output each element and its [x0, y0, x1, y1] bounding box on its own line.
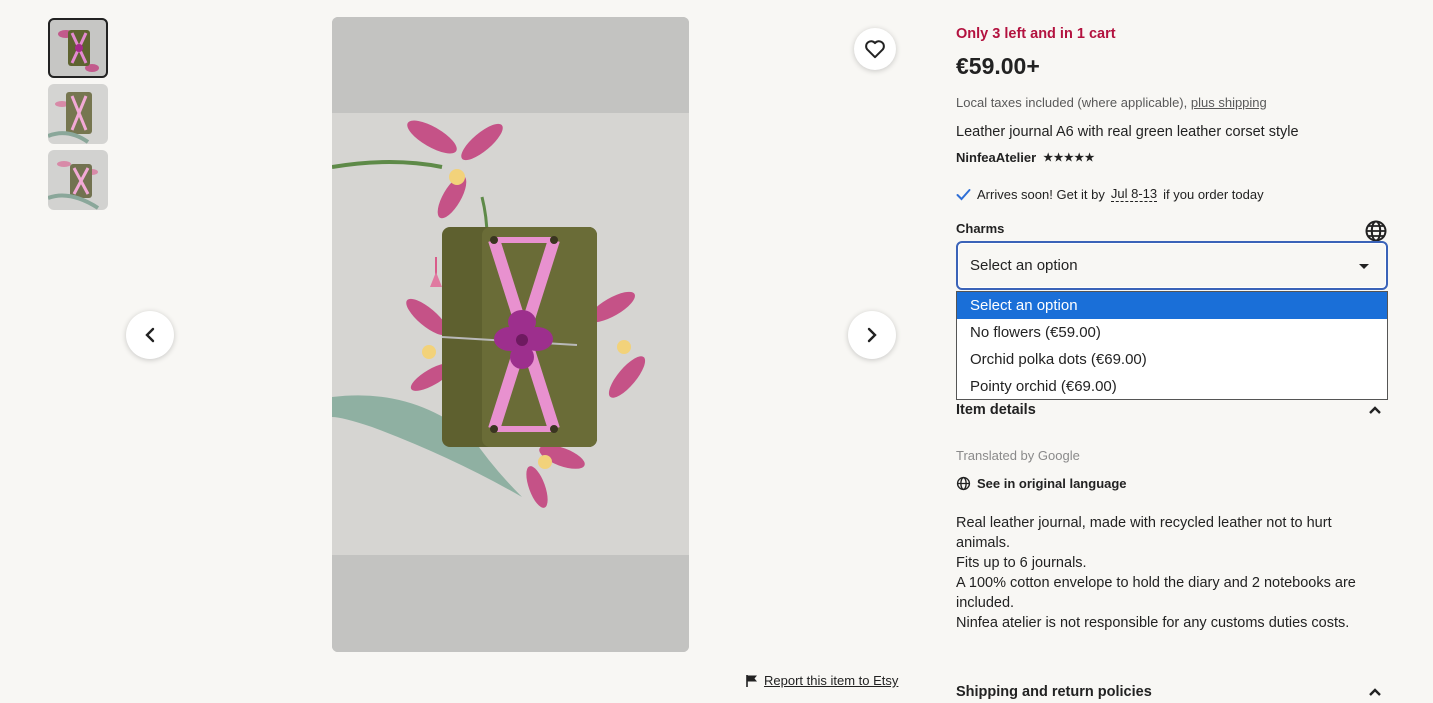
shipping-link[interactable]: plus shipping [1191, 95, 1267, 110]
description-line: Ninfea atelier is not responsible for an… [956, 615, 1350, 631]
charms-option[interactable]: No flowers (€59.00) [957, 319, 1387, 346]
check-icon [956, 188, 971, 200]
thumbnail-image [48, 18, 108, 78]
description-line: Real leather journal, made with recycled… [956, 515, 1332, 551]
arrival-prefix: Arrives soon! Get it by [977, 186, 1105, 202]
charms-label: Charms [956, 221, 1005, 236]
shop-info: NinfeaAtelier ★★★★★ [956, 150, 1095, 165]
charms-dropdown: Select an option No flowers (€59.00) Orc… [956, 291, 1388, 400]
previous-image-button[interactable] [126, 311, 174, 359]
description-line: A 100% cotton envelope to hold the diary… [956, 575, 1356, 611]
thumbnail-image [48, 84, 108, 144]
charms-option[interactable]: Pointy orchid (€69.00) [957, 373, 1387, 400]
chevron-right-icon [867, 327, 877, 343]
translated-note: Translated by Google [956, 448, 1080, 463]
charms-select[interactable]: Select an option [956, 241, 1388, 290]
stock-notice: Only 3 left and in 1 cart [956, 26, 1116, 42]
report-item[interactable]: Report this item to Etsy [745, 673, 898, 688]
charms-option[interactable]: Select an option [957, 292, 1387, 319]
caret-down-icon [1359, 264, 1369, 269]
chevron-up-icon [1369, 688, 1381, 696]
price: €59.00+ [956, 53, 1040, 79]
description-line: Fits up to 6 journals. [956, 555, 1087, 571]
charms-selected-value: Select an option [970, 257, 1078, 274]
star-rating: ★★★★★ [1043, 152, 1096, 164]
chevron-up-icon [1369, 406, 1381, 414]
favorite-button[interactable] [854, 28, 896, 70]
tax-note: Local taxes included (where applicable),… [956, 95, 1267, 110]
item-details-toggle[interactable]: Item details [956, 402, 1388, 418]
arrival-date[interactable]: Jul 8-13 [1110, 186, 1158, 202]
thumbnail-3[interactable] [48, 150, 108, 210]
globe-icon [956, 476, 971, 491]
shipping-policies-toggle[interactable]: Shipping and return policies [956, 684, 1388, 700]
globe-icon[interactable] [1364, 219, 1388, 243]
shop-name[interactable]: NinfeaAtelier [956, 150, 1036, 165]
thumbnail-1[interactable] [48, 18, 108, 78]
next-image-button[interactable] [848, 311, 896, 359]
product-photo [332, 17, 689, 652]
chevron-left-icon [145, 327, 155, 343]
item-description: Real leather journal, made with recycled… [956, 513, 1388, 633]
tax-text: Local taxes included (where applicable), [956, 95, 1188, 110]
charms-option[interactable]: Orchid polka dots (€69.00) [957, 346, 1387, 373]
shipping-policies-header: Shipping and return policies [956, 684, 1152, 700]
heart-icon [865, 40, 885, 59]
report-link[interactable]: Report this item to Etsy [764, 673, 898, 688]
thumbnail-image [48, 150, 108, 210]
listing-title: Leather journal A6 with real green leath… [956, 124, 1299, 140]
arrival-suffix: if you order today [1163, 186, 1264, 202]
main-product-image [332, 17, 689, 652]
item-details-header: Item details [956, 402, 1036, 418]
flag-icon [746, 674, 757, 687]
arrival-estimate: Arrives soon! Get it by Jul 8-13 if you … [956, 186, 1264, 202]
original-language-label: See in original language [977, 476, 1127, 491]
original-language-link[interactable]: See in original language [956, 476, 1127, 491]
thumbnail-2[interactable] [48, 84, 108, 144]
